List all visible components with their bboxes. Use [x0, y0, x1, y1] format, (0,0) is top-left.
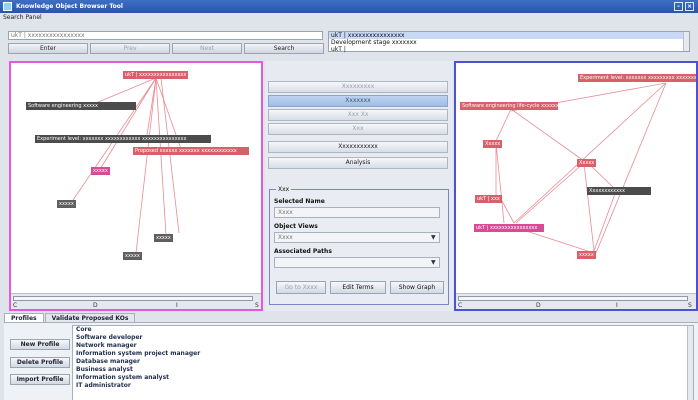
app-icon [3, 2, 12, 11]
chevron-down-icon[interactable]: ▼ [431, 235, 437, 241]
object-views-select[interactable]: Xxxx ▼ [274, 232, 440, 243]
axis-tick: D [536, 302, 541, 309]
graph-node[interactable]: ukT | xxxxxxxxxxxxxxxx [474, 224, 544, 232]
results-scrollbar[interactable] [683, 32, 689, 51]
profile-item[interactable]: Database manager [73, 358, 693, 366]
left-graph-panel[interactable]: ukT | xxxxxxxxxxxxxxxx Software engineer… [9, 61, 263, 311]
graph-node[interactable]: Xxxxx [483, 140, 503, 148]
window-titlebar: Knowledge Object Browser Tool – × [0, 0, 698, 13]
middle-button-5[interactable]: Xxxxxxxxxxx [268, 141, 448, 153]
close-button[interactable]: × [685, 2, 694, 11]
graph-node[interactable]: Proposed xxxxxx xxxxxxx xxxxxxxxxxxx [133, 147, 249, 155]
graph-node[interactable]: xxxxx [57, 200, 76, 208]
profile-item[interactable]: Software developer [73, 334, 693, 342]
window-title: Knowledge Object Browser Tool [16, 3, 123, 10]
search-panel-label: Search Panel [3, 14, 42, 21]
graph-node[interactable]: ukT | xxxxxxxxxxxxxxxx [123, 71, 189, 79]
profile-item[interactable]: Business analyst [73, 366, 693, 374]
field-label: Selected Name [274, 198, 325, 205]
search-result-item[interactable]: ukT | [329, 46, 689, 53]
show-graph-button[interactable]: Show Graph [390, 281, 444, 294]
axis-tick: I [176, 302, 178, 309]
axis-tick: S [688, 302, 692, 309]
profile-item[interactable]: IT administrator [73, 382, 693, 390]
profile-list-scrollbar[interactable] [687, 326, 693, 400]
go-to-button[interactable]: Go to Xxxx [276, 281, 326, 294]
middle-button-1[interactable]: Xxxxxxxxx [268, 81, 448, 93]
graph-node[interactable]: xxxxx [123, 252, 142, 260]
new-profile-button[interactable]: New Profile [10, 339, 70, 350]
profile-item[interactable]: Core [73, 326, 693, 334]
left-graph-edges [70, 77, 182, 254]
right-axis-strip: C D I S [456, 293, 696, 309]
object-views-value: Xxxx [278, 234, 293, 241]
graph-node[interactable]: Experiment level: xxxxxxx xxxxxxxxx xxxx… [578, 74, 696, 82]
right-graph-edges [495, 82, 667, 254]
field-label: Object Views [274, 223, 318, 230]
field-label: Associated Paths [274, 248, 332, 255]
profile-item[interactable]: Information system analyst [73, 374, 693, 382]
axis-tick: D [93, 302, 98, 309]
next-button[interactable]: Next [172, 43, 242, 54]
graph-node[interactable]: Software engineering xxxxx [26, 102, 136, 110]
import-profile-button[interactable]: Import Profile [10, 374, 70, 385]
graph-node[interactable]: ukT | xxx [475, 195, 502, 203]
graph-node[interactable]: xxxxx [577, 251, 596, 259]
graph-node[interactable]: Xxxxxxxxxxxx [587, 187, 651, 195]
axis-tick: C [458, 302, 463, 309]
middle-button-3[interactable]: Xxx Xx [268, 109, 448, 121]
middle-button-2[interactable]: Xxxxxxx [268, 95, 448, 107]
graph-node[interactable]: Software engineering life-cycle xxxxxxxx [460, 102, 565, 110]
axis-tick: C [13, 302, 18, 309]
form-legend: Xxx [276, 186, 292, 193]
search-button[interactable]: Search [244, 43, 324, 54]
axis-tick: S [255, 302, 259, 309]
left-axis-strip: C D I S [11, 293, 261, 309]
right-horizontal-scrollbar[interactable] [458, 296, 688, 301]
enter-button[interactable]: Enter [8, 43, 88, 54]
profile-item[interactable]: Network manager [73, 342, 693, 350]
term-details-form: Xxx Selected Name Xxxx Object Views Xxxx… [269, 186, 449, 305]
left-horizontal-scrollbar[interactable] [13, 296, 253, 301]
chevron-down-icon[interactable]: ▼ [431, 260, 437, 266]
axis-tick: I [616, 302, 618, 309]
graph-node[interactable]: xxxxx [91, 167, 110, 175]
profiles-panel: New Profile Delete Profile Import Profil… [4, 322, 698, 400]
selected-name-field[interactable]: Xxxx [274, 207, 440, 218]
analysis-button[interactable]: Analysis [268, 157, 448, 169]
graph-node[interactable]: Xxxxx [577, 159, 597, 167]
profile-list[interactable]: Core Software developer Network manager … [72, 325, 694, 400]
search-results-list[interactable]: ukT | xxxxxxxxxxxxxxxx Development stage… [328, 31, 690, 53]
middle-button-4[interactable]: Xxx [268, 123, 448, 135]
control-column: Xxxxxxxxx Xxxxxxx Xxx Xx Xxx Xxxxxxxxxxx… [265, 61, 453, 311]
search-result-item[interactable]: Development stage xxxxxxx [329, 39, 689, 46]
search-result-item[interactable]: ukT | xxxxxxxxxxxxxxxx [329, 32, 689, 39]
profile-item[interactable]: Information system project manager [73, 350, 693, 358]
prev-button[interactable]: Prev [90, 43, 170, 54]
search-input[interactable]: ukT | xxxxxxxxxxxxxxxx [8, 31, 323, 40]
graph-node[interactable]: Experiment level: xxxxxxx xxxxxxxxxxxx x… [35, 135, 211, 143]
right-graph-panel[interactable]: Experiment level: xxxxxxx xxxxxxxxx xxxx… [454, 61, 698, 311]
graph-node[interactable]: xxxxx [154, 234, 173, 242]
associated-paths-select[interactable]: ▼ [274, 257, 440, 268]
edit-terms-button[interactable]: Edit Terms [330, 281, 386, 294]
delete-profile-button[interactable]: Delete Profile [10, 357, 70, 368]
minimize-button[interactable]: – [674, 2, 683, 11]
